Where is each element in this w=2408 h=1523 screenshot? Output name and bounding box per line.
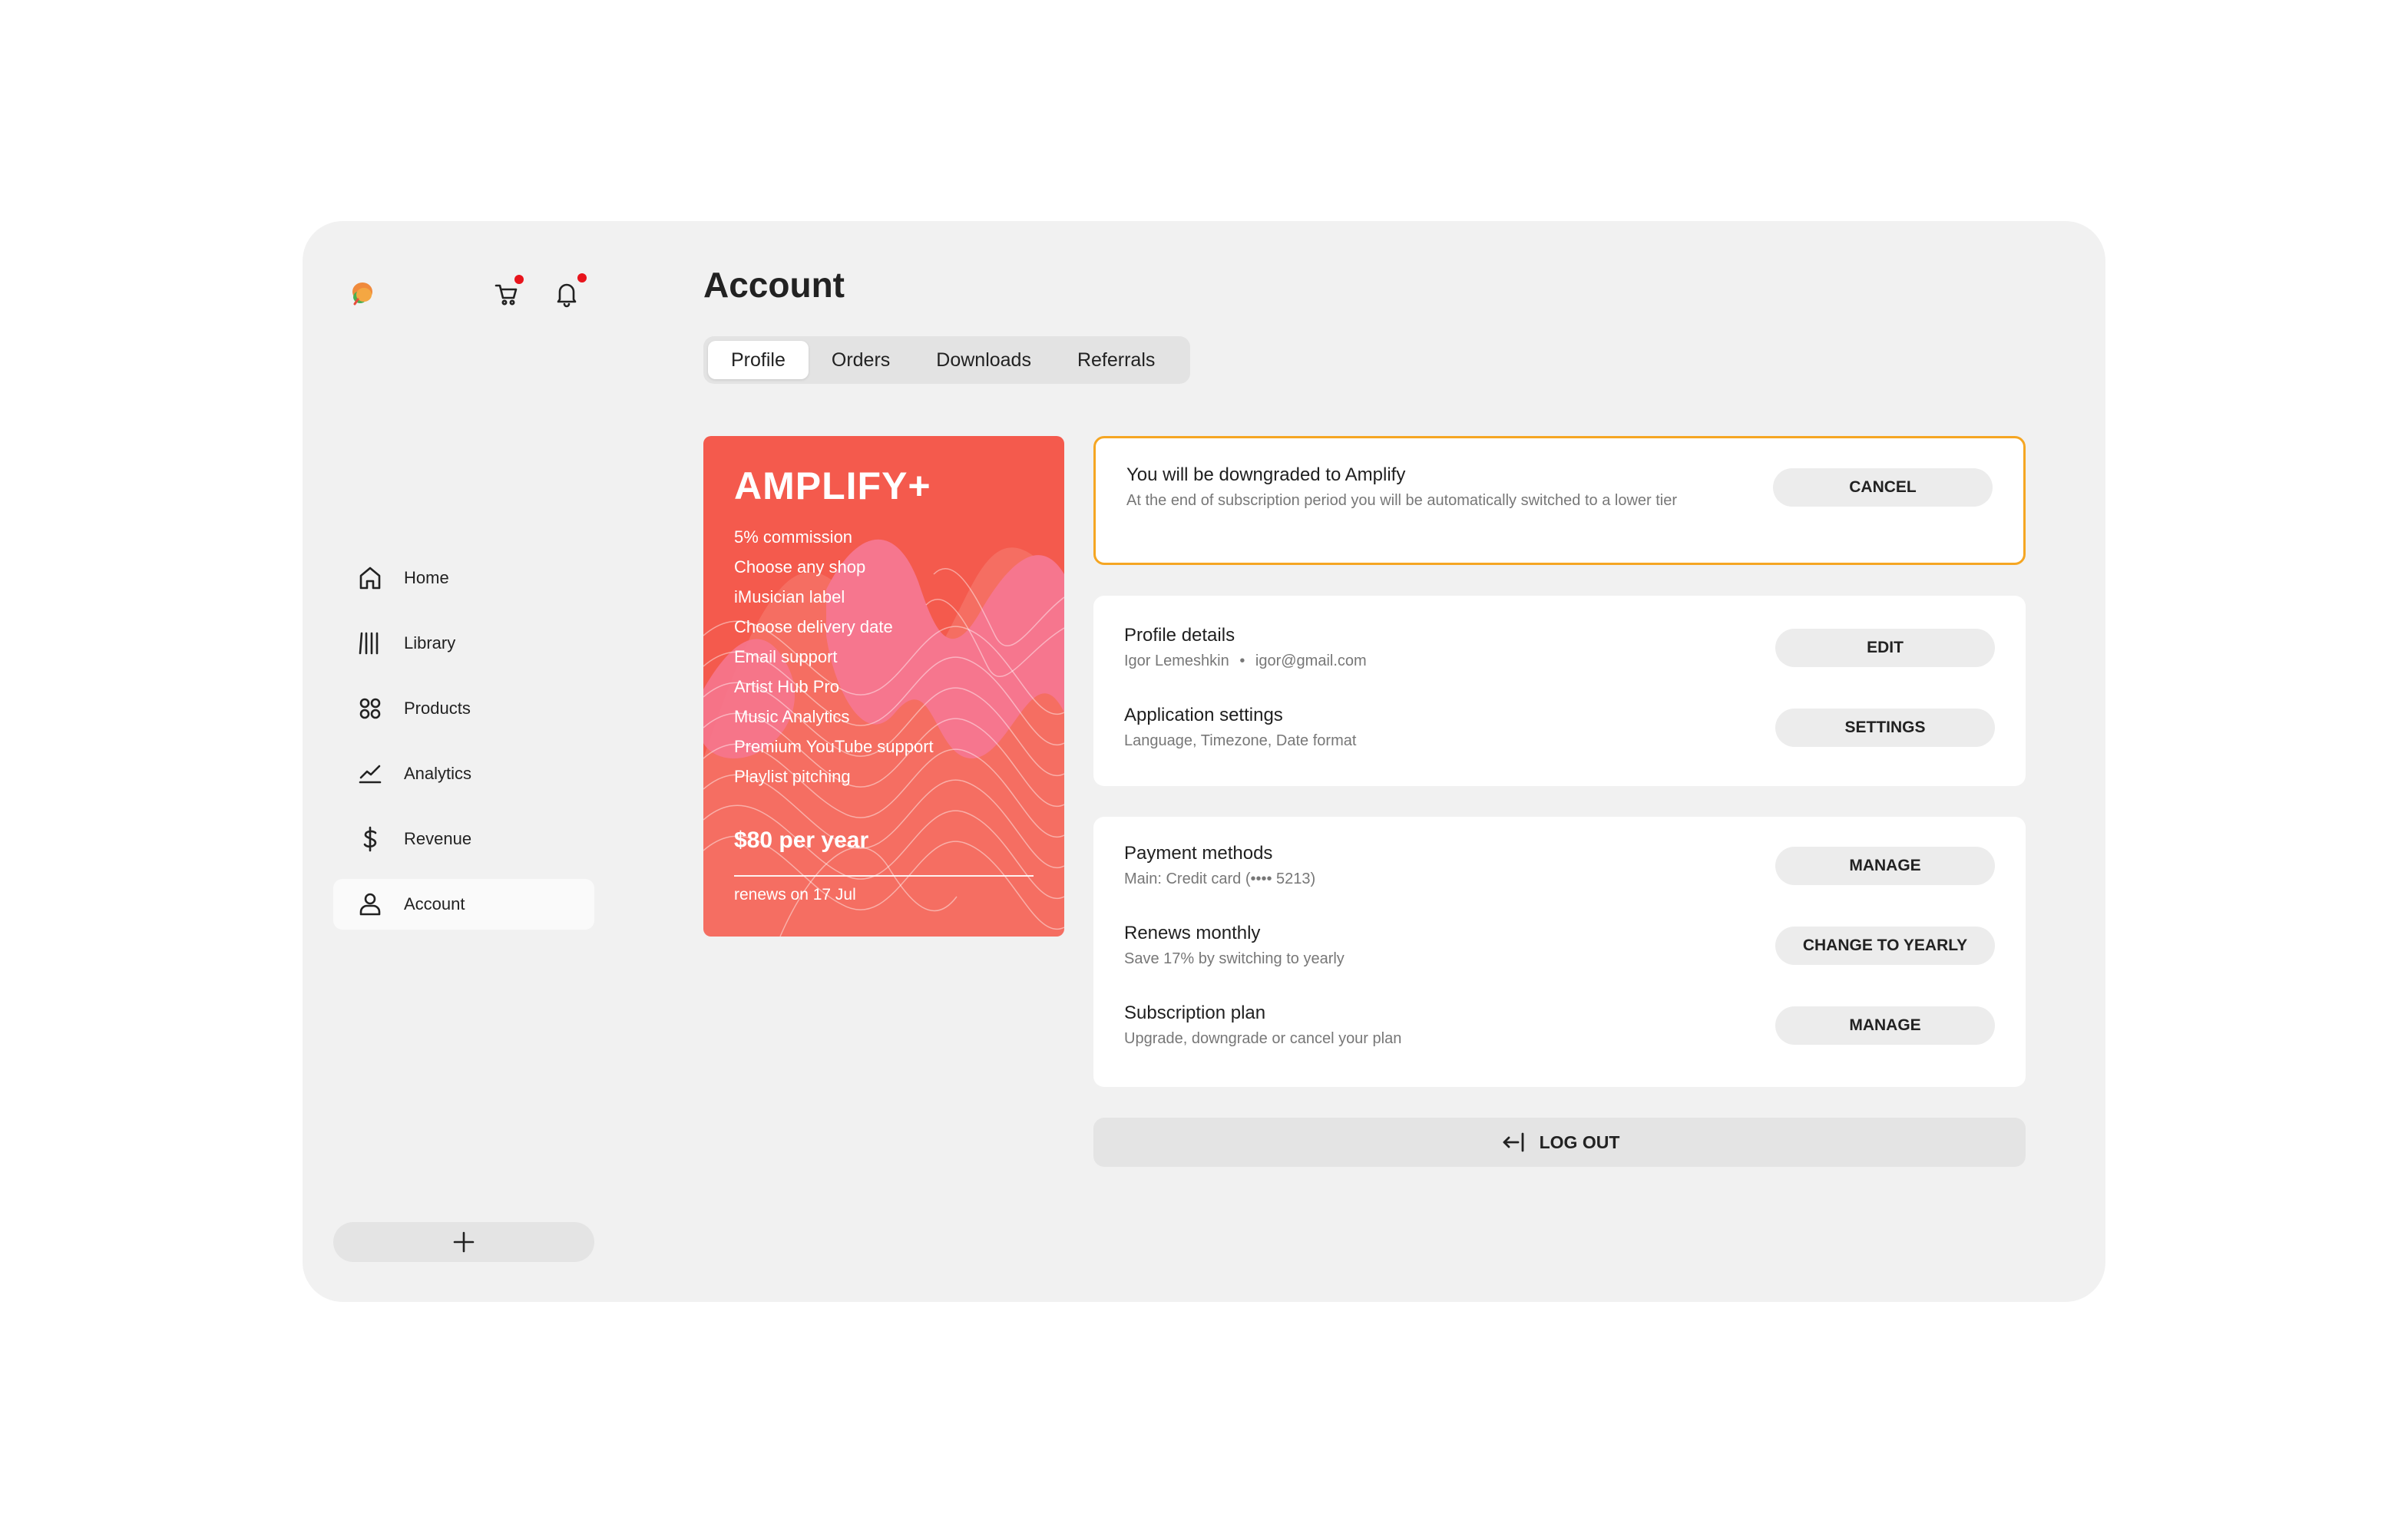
library-icon: [359, 632, 379, 655]
notification-dot: [577, 273, 587, 282]
products-icon: [359, 698, 381, 719]
plan-price: $80 per year: [734, 828, 869, 853]
sidebar-item-analytics[interactable]: Analytics: [333, 748, 594, 799]
cart-icon[interactable]: [490, 275, 524, 310]
plan-renewal-date: renews on 17 Jul: [734, 886, 856, 904]
notice-title: You will be downgraded to Amplify: [1126, 464, 1406, 485]
logout-icon: [1503, 1132, 1524, 1152]
profile-settings-card: Profile details Igor Lemeshkin • igor@gm…: [1093, 596, 2026, 786]
application-settings-subtitle: Language, Timezone, Date format: [1124, 732, 1357, 749]
plan-feature: Premium YouTube support: [734, 737, 934, 756]
home-icon: [359, 567, 381, 590]
page-title: Account: [703, 265, 845, 305]
sidebar-item-label: Home: [404, 568, 449, 587]
renews-monthly-row: Renews monthly Save 17% by switching to …: [1124, 923, 1995, 969]
bell-icon[interactable]: [550, 273, 587, 310]
user-name: Igor Lemeshkin: [1124, 652, 1229, 669]
cancel-button[interactable]: CANCEL: [1773, 468, 1993, 507]
sidebar-item-label: Products: [404, 699, 471, 718]
tab-profile[interactable]: Profile: [708, 341, 809, 379]
plan-feature: iMusician label: [734, 587, 845, 606]
notification-dot: [514, 275, 524, 284]
profile-details-subtitle: Igor Lemeshkin • igor@gmail.com: [1124, 651, 1367, 671]
logout-label: LOG OUT: [1539, 1132, 1620, 1152]
add-button[interactable]: [333, 1222, 594, 1262]
sidebar-item-label: Account: [404, 894, 465, 913]
plan-card: AMPLIFY+ 5% commission Choose any shop i…: [703, 436, 1064, 937]
mango-logo-icon[interactable]: [344, 276, 378, 310]
renews-monthly-subtitle: Save 17% by switching to yearly: [1124, 950, 1345, 967]
app-window: Home Library Products Analytics Revenue …: [303, 221, 2105, 1302]
subscription-plan-subtitle: Upgrade, downgrade or cancel your plan: [1124, 1030, 1402, 1047]
sidebar-item-revenue[interactable]: Revenue: [333, 814, 594, 864]
tab-downloads[interactable]: Downloads: [913, 341, 1054, 379]
logout-button[interactable]: LOG OUT: [1093, 1118, 2026, 1167]
plan-feature: Artist Hub Pro: [734, 677, 839, 696]
downgrade-notice: You will be downgraded to Amplify At the…: [1093, 436, 2026, 565]
application-settings-title: Application settings: [1124, 705, 1283, 725]
user-icon: [359, 893, 381, 916]
sidebar-nav: Home Library Products Analytics Revenue …: [333, 553, 594, 944]
billing-card: Payment methods Main: Credit card (•••• …: [1093, 817, 2026, 1087]
payment-methods-row: Payment methods Main: Credit card (•••• …: [1124, 843, 1995, 889]
renews-monthly-title: Renews monthly: [1124, 923, 1261, 943]
plan-features: 5% commission Choose any shop iMusician …: [734, 522, 934, 791]
manage-subscription-button[interactable]: MANAGE: [1775, 1006, 1995, 1045]
sidebar-item-label: Library: [404, 633, 456, 652]
tab-orders[interactable]: Orders: [809, 341, 913, 379]
sidebar-item-label: Analytics: [404, 764, 472, 783]
change-to-yearly-button[interactable]: CHANGE TO YEARLY: [1775, 927, 1995, 965]
plan-feature: 5% commission: [734, 527, 853, 547]
profile-details-row: Profile details Igor Lemeshkin • igor@gm…: [1124, 625, 1995, 671]
tab-bar: Profile Orders Downloads Referrals: [703, 336, 1190, 384]
sidebar-item-account[interactable]: Account: [333, 879, 594, 930]
plus-icon: [453, 1231, 475, 1253]
sidebar-item-library[interactable]: Library: [333, 618, 594, 669]
notice-row: You will be downgraded to Amplify At the…: [1126, 464, 1993, 510]
user-email: igor@gmail.com: [1255, 652, 1367, 669]
plan-divider: [734, 875, 1034, 877]
subscription-plan-title: Subscription plan: [1124, 1003, 1266, 1023]
plan-feature: Choose any shop: [734, 557, 866, 576]
plan-feature: Email support: [734, 647, 838, 666]
payment-methods-title: Payment methods: [1124, 843, 1273, 864]
sidebar-item-home[interactable]: Home: [333, 553, 594, 603]
manage-payment-button[interactable]: MANAGE: [1775, 847, 1995, 885]
application-settings-row: Application settings Language, Timezone,…: [1124, 705, 1995, 751]
subscription-plan-row: Subscription plan Upgrade, downgrade or …: [1124, 1003, 1995, 1049]
sidebar-item-label: Revenue: [404, 829, 472, 848]
edit-button[interactable]: EDIT: [1775, 629, 1995, 667]
separator-dot: •: [1239, 652, 1245, 669]
plan-feature: Playlist pitching: [734, 767, 851, 786]
plan-name: AMPLIFY+: [734, 464, 931, 507]
analytics-icon: [359, 765, 382, 784]
tab-referrals[interactable]: Referrals: [1054, 341, 1178, 379]
dollar-icon: [363, 826, 377, 852]
sidebar-item-products[interactable]: Products: [333, 683, 594, 734]
plan-feature: Choose delivery date: [734, 617, 893, 636]
payment-methods-subtitle: Main: Credit card (•••• 5213): [1124, 871, 1316, 887]
profile-details-title: Profile details: [1124, 625, 1235, 646]
settings-button[interactable]: SETTINGS: [1775, 709, 1995, 747]
plan-feature: Music Analytics: [734, 707, 850, 726]
notice-subtitle: At the end of subscription period you wi…: [1126, 492, 1678, 509]
